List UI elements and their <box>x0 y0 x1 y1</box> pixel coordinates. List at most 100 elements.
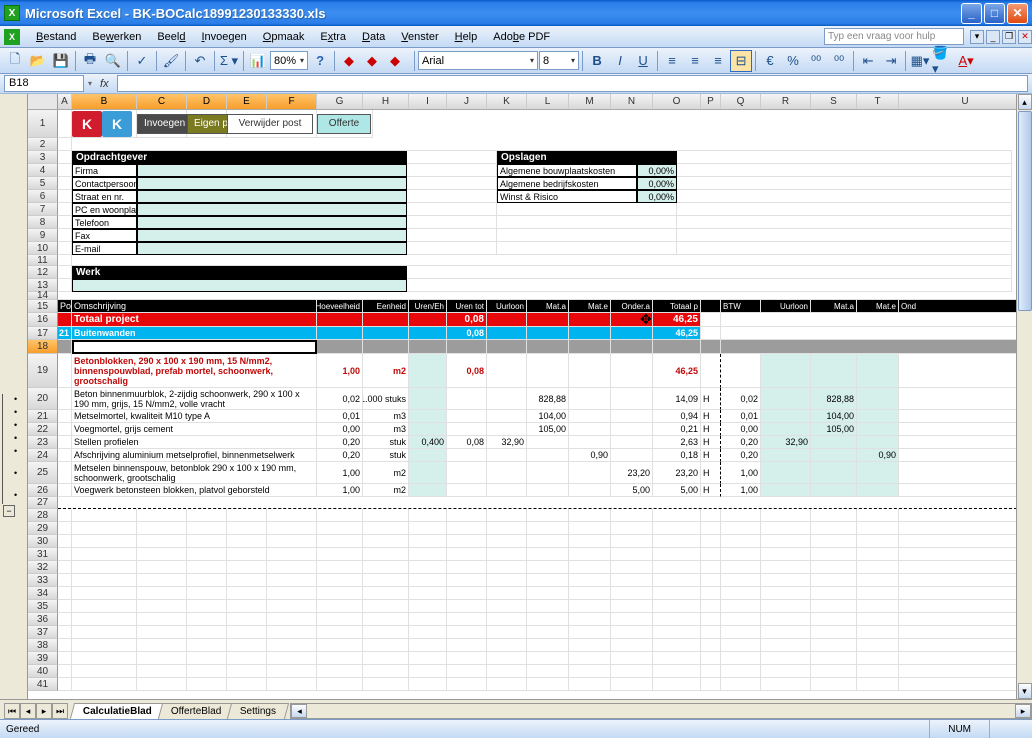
col-r[interactable]: R <box>761 94 811 109</box>
underline-icon[interactable]: U <box>632 50 654 72</box>
font-name-dropdown[interactable]: Arial▾ <box>418 51 538 70</box>
fill-color-icon[interactable]: 🪣▾ <box>932 50 954 72</box>
menu-data[interactable]: Data <box>354 28 393 46</box>
row-header-35[interactable]: 35 <box>28 600 58 613</box>
col-q[interactable]: Q <box>721 94 761 109</box>
row-header-30[interactable]: 30 <box>28 535 58 548</box>
col-s[interactable]: S <box>811 94 857 109</box>
new-icon[interactable]: 🗋 <box>4 50 26 72</box>
tab-prev-button[interactable]: ◂ <box>20 703 36 719</box>
menu-extra[interactable]: Extra <box>312 28 354 46</box>
chart-icon[interactable]: 📊 <box>247 50 269 72</box>
doc-close[interactable]: ✕ <box>1018 30 1032 44</box>
active-cell[interactable] <box>72 340 317 354</box>
row-header-5[interactable]: 5 <box>28 177 58 190</box>
sum-icon[interactable]: Σ ▾ <box>218 50 240 72</box>
outline-collapse-button[interactable]: − <box>3 505 15 517</box>
opdr-val-5[interactable] <box>137 229 407 242</box>
row-header-37[interactable]: 37 <box>28 626 58 639</box>
row-header-21[interactable]: 21 <box>28 410 58 423</box>
col-n[interactable]: N <box>611 94 653 109</box>
row-header-38[interactable]: 38 <box>28 639 58 652</box>
werk-val[interactable] <box>72 279 407 292</box>
pdf-icon-3[interactable]: ◆ <box>384 50 406 72</box>
help-search-input[interactable]: Typ een vraag voor hulp <box>824 28 964 45</box>
item-red-desc[interactable]: Betonblokken, 290 x 100 x 190 mm, 15 N/m… <box>72 354 317 388</box>
line-desc-3[interactable]: Stellen profielen <box>72 436 317 449</box>
col-m[interactable]: M <box>569 94 611 109</box>
col-k[interactable]: K <box>487 94 527 109</box>
row-header-29[interactable]: 29 <box>28 522 58 535</box>
col-i[interactable]: I <box>409 94 447 109</box>
row-header-1[interactable]: 1 <box>28 110 58 138</box>
tab-next-button[interactable]: ▸ <box>36 703 52 719</box>
bold-icon[interactable]: B <box>586 50 608 72</box>
minimize-button[interactable]: _ <box>961 3 982 24</box>
currency-icon[interactable]: € <box>759 50 781 72</box>
tab-settings[interactable]: Settings <box>227 703 289 719</box>
hscroll-right-button[interactable]: ▸ <box>1015 704 1031 718</box>
row-header-14[interactable]: 14 <box>28 292 58 300</box>
row-header-22[interactable]: 22 <box>28 423 58 436</box>
name-box[interactable]: B18 <box>4 75 84 92</box>
col-f[interactable]: F <box>267 94 317 109</box>
save-icon[interactable]: 💾 <box>50 50 72 72</box>
close-button[interactable]: ✕ <box>1007 3 1028 24</box>
row-header-26[interactable]: 26 <box>28 484 58 497</box>
preview-icon[interactable]: 🔍 <box>102 50 124 72</box>
scroll-down-button[interactable]: ▾ <box>1018 683 1032 699</box>
tab-calculatieblad[interactable]: CalculatieBlad <box>70 703 165 719</box>
opdr-val-3[interactable] <box>137 203 407 216</box>
logo-blue-icon[interactable]: K <box>102 111 132 137</box>
menu-bewerken[interactable]: Bewerken <box>84 28 149 46</box>
line-desc-0[interactable]: Beton binnenmuurblok, 2-zijdig schoonwer… <box>72 388 317 410</box>
maximize-button[interactable]: □ <box>984 3 1005 24</box>
row-header-7[interactable]: 7 <box>28 203 58 216</box>
row-header-18[interactable]: 18 <box>28 340 58 354</box>
row-header-39[interactable]: 39 <box>28 652 58 665</box>
pdf-icon-2[interactable]: ◆ <box>361 50 383 72</box>
opdr-val-2[interactable] <box>137 190 407 203</box>
formula-input[interactable] <box>117 75 1028 92</box>
opdr-val-4[interactable] <box>137 216 407 229</box>
row-header-24[interactable]: 24 <box>28 449 58 462</box>
invoegen-button[interactable]: Invoegen <box>137 114 192 134</box>
col-j[interactable]: J <box>447 94 487 109</box>
help-dropdown[interactable]: ▾ <box>970 30 984 44</box>
row-header-27[interactable]: 27 <box>28 497 58 509</box>
line-desc-4[interactable]: Afschrijving aluminium metselprofiel, bi… <box>72 449 317 462</box>
row-header-36[interactable]: 36 <box>28 613 58 626</box>
col-p[interactable]: P <box>701 94 721 109</box>
open-icon[interactable]: 📂 <box>27 50 49 72</box>
row-header-3[interactable]: 3 <box>28 151 58 164</box>
row-header-33[interactable]: 33 <box>28 574 58 587</box>
opslag-val-0[interactable]: 0,00% <box>637 164 677 177</box>
row-header-19[interactable]: 19 <box>28 354 58 388</box>
font-size-dropdown[interactable]: 8▾ <box>539 51 579 70</box>
row-header-25[interactable]: 25 <box>28 462 58 484</box>
menu-beeld[interactable]: Beeld <box>149 28 193 46</box>
indent-dec-icon[interactable]: ⇤ <box>857 50 879 72</box>
help-icon[interactable]: ? <box>309 50 331 72</box>
row-header-8[interactable]: 8 <box>28 216 58 229</box>
doc-minimize[interactable]: _ <box>986 30 1000 44</box>
menu-adobe-pdf[interactable]: Adobe PDF <box>485 28 558 46</box>
opslag-val-2[interactable]: 0,00% <box>637 190 677 203</box>
decimal-inc-icon[interactable]: ⁰⁰ <box>805 50 827 72</box>
row-header-2[interactable]: 2 <box>28 138 58 151</box>
format-painter-icon[interactable]: 🖌 <box>160 50 182 72</box>
percent-icon[interactable]: % <box>782 50 804 72</box>
row-header-16[interactable]: 16 <box>28 313 58 327</box>
row-header-9[interactable]: 9 <box>28 229 58 242</box>
fx-icon[interactable]: fx <box>96 78 113 90</box>
align-left-icon[interactable]: ≡ <box>661 50 683 72</box>
vertical-scrollbar[interactable]: ▴ ▾ <box>1016 94 1032 699</box>
line-desc-2[interactable]: Voegmortel, grijs cement <box>72 423 317 436</box>
menu-invoegen[interactable]: Invoegen <box>193 28 254 46</box>
line-desc-6[interactable]: Voegwerk betonsteen blokken, platvol geb… <box>72 484 317 497</box>
row-header-40[interactable]: 40 <box>28 665 58 678</box>
row-header-15[interactable]: 15 <box>28 300 58 313</box>
menu-venster[interactable]: Venster <box>393 28 446 46</box>
row-header-23[interactable]: 23 <box>28 436 58 449</box>
merge-icon[interactable]: ⊟ <box>730 50 752 72</box>
